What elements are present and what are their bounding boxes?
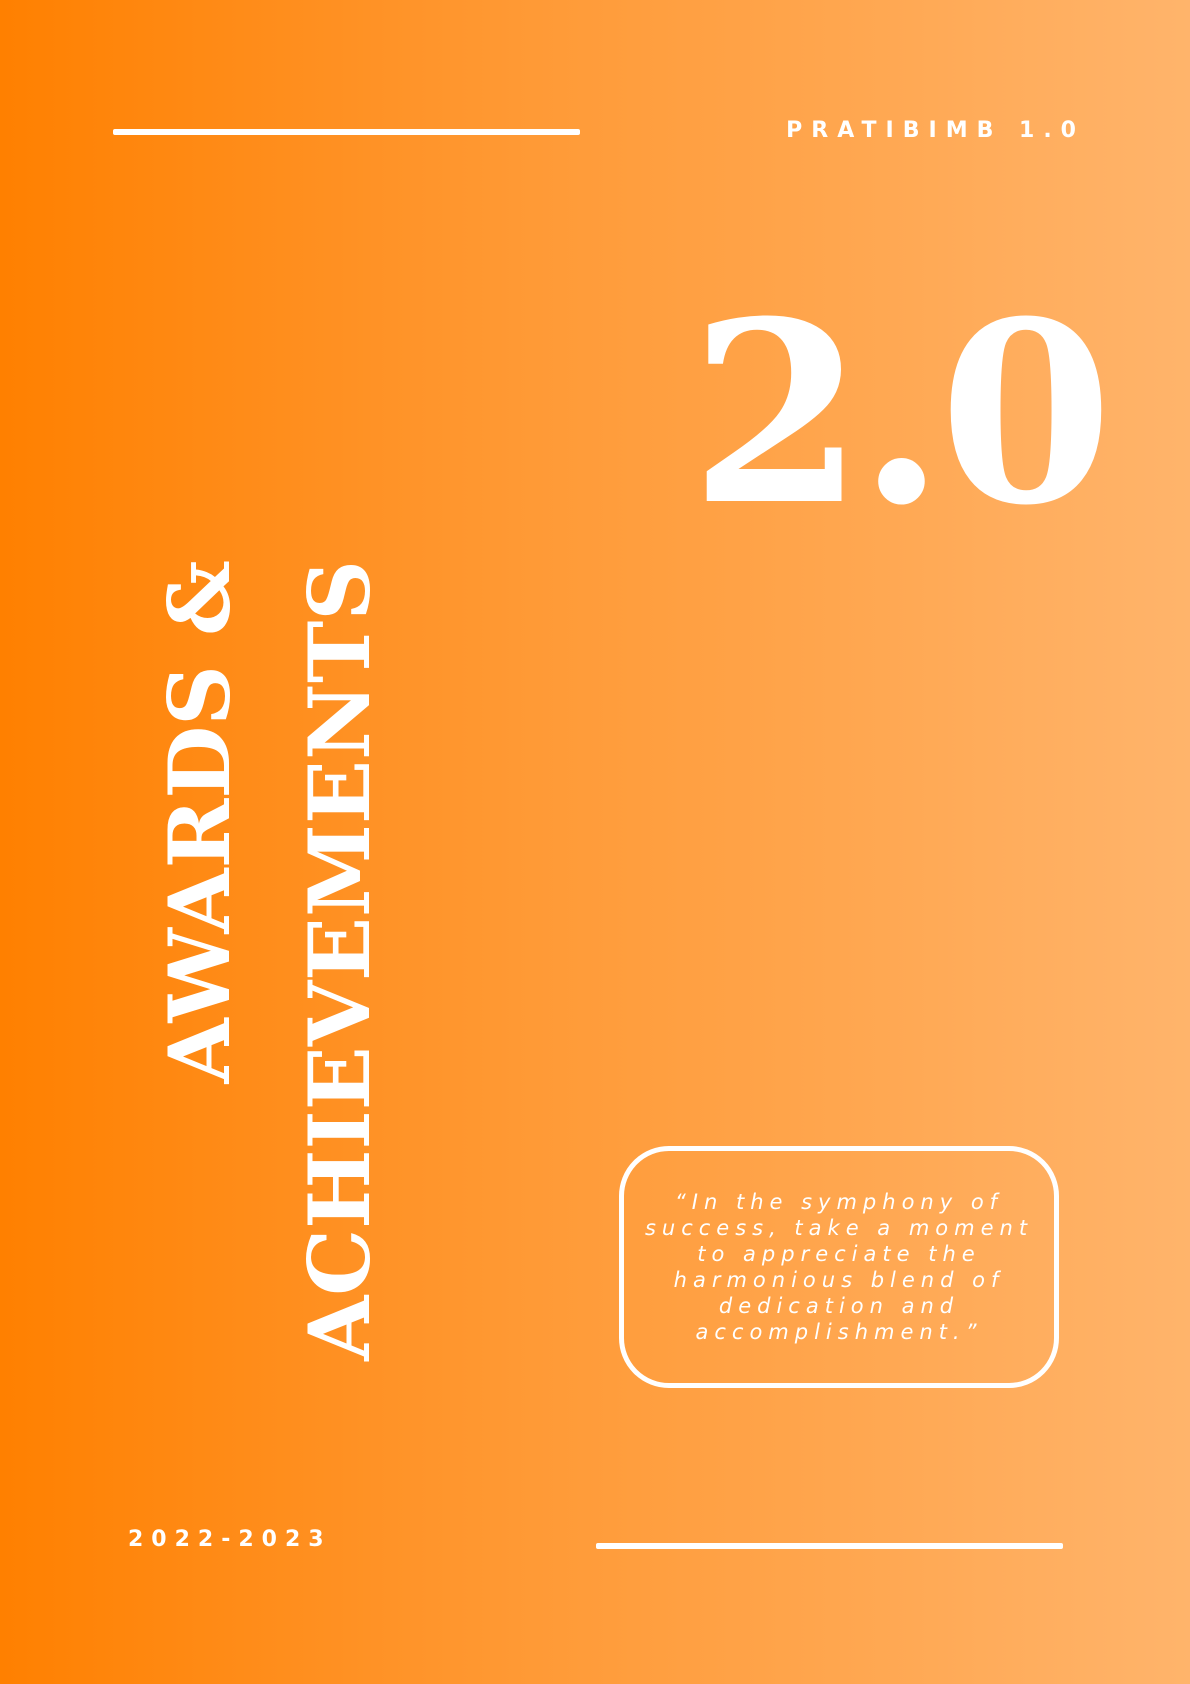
- cover-title-line-1: AWARDS &: [150, 560, 249, 1084]
- cover-title-line-2: ACHIEVEMENTS: [290, 560, 389, 1361]
- series-label: PRATIBIMB 1.0: [786, 118, 1085, 143]
- edition-number: 2.0: [690, 266, 1113, 560]
- bottom-divider-line: [596, 1543, 1063, 1549]
- year-range: 2022-2023: [128, 1527, 332, 1552]
- top-divider-line: [113, 129, 580, 135]
- quote-box: “In the symphony of success, take a mome…: [619, 1146, 1059, 1388]
- cover-page: PRATIBIMB 1.0 2.0 AWARDS & ACHIEVEMENTS …: [0, 0, 1190, 1684]
- cover-title: AWARDS & ACHIEVEMENTS: [130, 560, 389, 1400]
- quote-text: “In the symphony of success, take a mome…: [644, 1190, 1034, 1344]
